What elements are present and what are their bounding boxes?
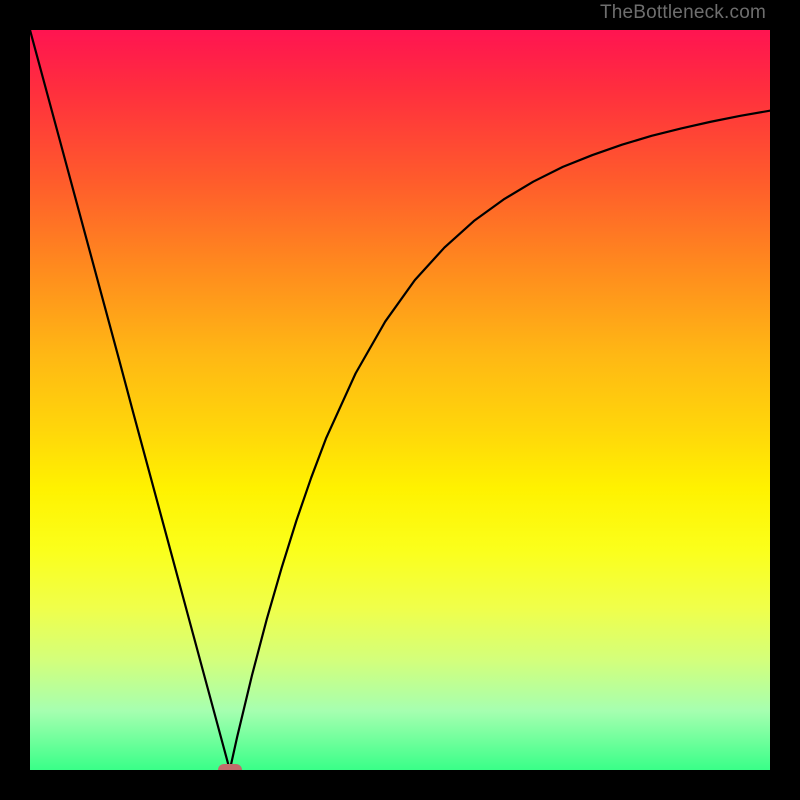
watermark-label: TheBottleneck.com [600, 2, 766, 24]
optimal-point-marker [218, 764, 242, 770]
chart-frame: TheBottleneck.com [0, 0, 800, 800]
bottleneck-curve [30, 30, 770, 770]
plot-area [30, 30, 770, 770]
